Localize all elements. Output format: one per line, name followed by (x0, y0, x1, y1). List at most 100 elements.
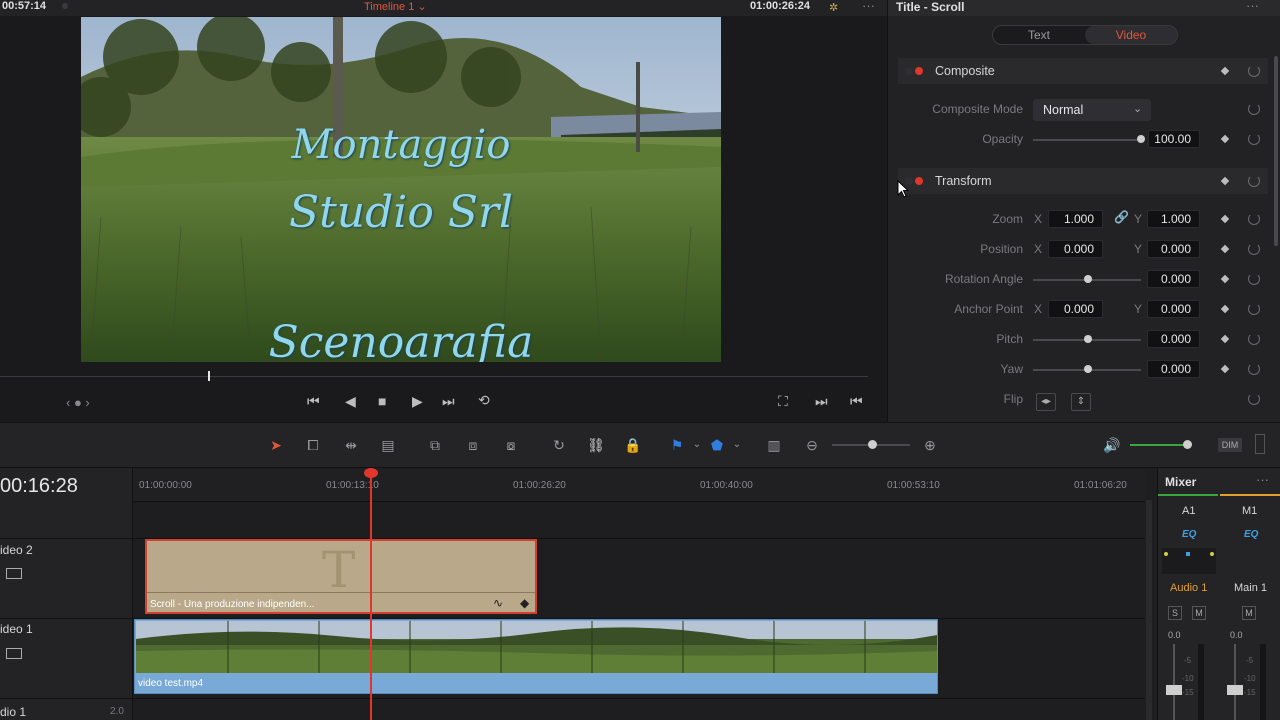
scrubber-track[interactable] (0, 376, 868, 377)
zoom-in-icon[interactable]: ⊕ (919, 435, 941, 455)
mixer-menu-icon[interactable]: ··· (1256, 472, 1269, 487)
yaw-field[interactable]: 0.000 (1147, 360, 1200, 378)
pitch-field[interactable]: 0.000 (1147, 330, 1200, 348)
keyframe-icon[interactable] (1220, 334, 1230, 344)
pitch-slider-knob[interactable] (1084, 335, 1092, 343)
zoom-y-field[interactable]: 1.000 (1147, 210, 1200, 228)
volume-slider-knob[interactable] (1183, 440, 1192, 449)
play-reverse-icon[interactable]: ◀ (345, 393, 356, 410)
keyframe-icon[interactable]: ◆ (520, 596, 529, 610)
mute-a1-button[interactable]: M (1192, 606, 1206, 620)
flip-horizontal-icon[interactable]: ◂▸ (1036, 393, 1056, 411)
zoom-slider-knob[interactable] (868, 440, 877, 449)
jog-control[interactable]: ‹ ● › (66, 395, 90, 410)
reset-icon[interactable] (1248, 133, 1260, 145)
stop-icon[interactable]: ■ (378, 393, 386, 409)
keyframe-icon[interactable] (1220, 134, 1230, 144)
transform-enable-toggle[interactable] (915, 177, 923, 185)
selection-tool-icon[interactable]: ➤ (265, 435, 287, 455)
scrubber-playhead[interactable] (208, 371, 210, 381)
keyframe-icon[interactable] (1220, 214, 1230, 224)
opacity-field[interactable]: 100.00 (1148, 130, 1200, 148)
snapping-icon[interactable]: ↻ (548, 435, 570, 455)
reset-icon[interactable] (1248, 243, 1260, 255)
meter-icon[interactable] (1255, 434, 1265, 454)
reset-icon[interactable] (1248, 213, 1260, 225)
play-icon[interactable]: ▶ (412, 393, 423, 410)
composite-enable-toggle[interactable] (915, 67, 923, 75)
next-edit-icon[interactable]: ⏭ (815, 393, 828, 410)
m1-fader-track[interactable] (1234, 644, 1236, 720)
dim-button[interactable]: DIM (1218, 438, 1242, 452)
flip-vertical-icon[interactable]: ⇕ (1071, 393, 1091, 411)
volume-slider[interactable] (1130, 444, 1190, 446)
go-to-start-icon[interactable]: ⏮ (307, 393, 320, 410)
anchor-y-field[interactable]: 0.000 (1147, 300, 1200, 318)
keyframe-icon[interactable] (1220, 274, 1230, 284)
volume-icon[interactable]: 🔊 (1101, 435, 1123, 455)
rotation-field[interactable]: 0.000 (1147, 270, 1200, 288)
reset-icon[interactable] (1248, 393, 1260, 405)
curve-icon[interactable]: ∿ (493, 596, 503, 610)
position-y-field[interactable]: 0.000 (1147, 240, 1200, 258)
opacity-slider[interactable] (1033, 139, 1141, 141)
m1-fader-knob[interactable] (1227, 685, 1243, 695)
match-frame-icon[interactable]: ⛶ (778, 393, 788, 410)
flag-icon[interactable]: ⚑ (666, 435, 688, 455)
keyframe-icon[interactable] (1220, 364, 1230, 374)
playhead-line[interactable] (370, 476, 372, 720)
solo-button[interactable]: S (1168, 606, 1182, 620)
zoom-out-icon[interactable]: ⊖ (801, 435, 823, 455)
timeline-view-icon[interactable]: ▥ (763, 435, 785, 455)
title-clip[interactable]: T Scroll - Una produzione indipenden... … (145, 539, 537, 614)
marker-icon[interactable]: ⬟ (706, 435, 728, 455)
opacity-slider-knob[interactable] (1137, 135, 1145, 143)
track-output-icon[interactable] (6, 648, 22, 659)
zoom-x-field[interactable]: 1.000 (1048, 210, 1103, 228)
linked-selection-icon[interactable]: ⛓ (585, 435, 607, 455)
dynamic-trim-icon[interactable]: ⇹ (340, 435, 362, 455)
replace-clip-icon[interactable]: ⧇ (500, 435, 522, 455)
mute-m1-button[interactable]: M (1242, 606, 1256, 620)
reset-icon[interactable] (1248, 303, 1260, 315)
go-to-end-icon[interactable]: ⏭ (442, 393, 455, 410)
timeline-selector[interactable]: Timeline 1 ⌄ (364, 0, 427, 13)
timeline-scrollbar[interactable] (1146, 500, 1152, 720)
overwrite-clip-icon[interactable]: ⧈ (462, 435, 484, 455)
insert-clip-icon[interactable]: ⧉ (424, 435, 446, 455)
tab-video[interactable]: Video (1085, 26, 1177, 44)
reset-icon[interactable] (1248, 175, 1260, 187)
tab-text[interactable]: Text (993, 26, 1085, 44)
timeline-ruler[interactable] (133, 468, 1145, 502)
reset-icon[interactable] (1248, 103, 1260, 115)
eq-a1-button[interactable]: EQ (1182, 529, 1196, 540)
prev-edit-icon[interactable]: ⏮ (850, 393, 863, 410)
chevron-down-icon[interactable]: ⌄ (726, 435, 748, 455)
reset-icon[interactable] (1248, 273, 1260, 285)
composite-mode-select[interactable]: Normal ⌄ (1033, 99, 1151, 121)
rotation-slider-knob[interactable] (1084, 275, 1092, 283)
blade-tool-icon[interactable]: ▤ (377, 435, 399, 455)
chevron-down-icon[interactable]: ⌄ (686, 435, 708, 455)
a1-fader-track[interactable] (1173, 644, 1175, 720)
eq-m1-button[interactable]: EQ (1244, 529, 1258, 540)
keyframe-icon[interactable] (1220, 244, 1230, 254)
track-output-icon[interactable] (6, 568, 22, 579)
loop-icon[interactable]: ⟲ (478, 392, 490, 409)
position-x-field[interactable]: 0.000 (1048, 240, 1103, 258)
effects-icon[interactable]: ✲ (829, 1, 838, 14)
inspector-scrollbar[interactable] (1274, 56, 1278, 246)
trim-tool-icon[interactable]: ⧠ (302, 435, 324, 455)
lock-icon[interactable]: 🔒 (622, 435, 644, 455)
inspector-menu-icon[interactable]: ··· (1246, 0, 1259, 13)
anchor-x-field[interactable]: 0.000 (1048, 300, 1103, 318)
reset-icon[interactable] (1248, 363, 1260, 375)
yaw-slider-knob[interactable] (1084, 365, 1092, 373)
more-options-icon[interactable]: ··· (862, 0, 875, 13)
reset-icon[interactable] (1248, 333, 1260, 345)
link-icon[interactable]: 🔗 (1114, 210, 1129, 224)
reset-icon[interactable] (1248, 65, 1260, 77)
video-clip[interactable]: video test.mp4 (134, 619, 938, 694)
keyframe-icon[interactable] (1220, 304, 1230, 314)
a1-fader-knob[interactable] (1166, 685, 1182, 695)
